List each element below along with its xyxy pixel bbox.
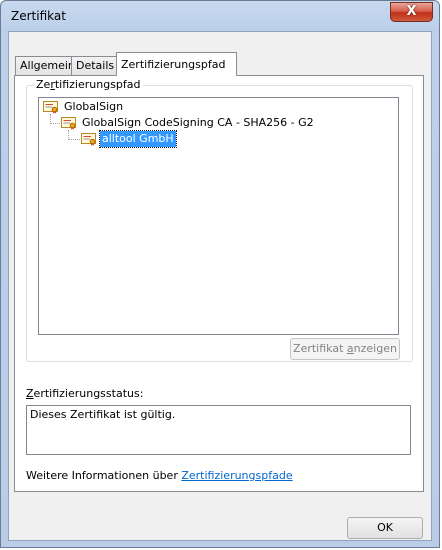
close-icon: X [406,4,417,19]
window-title: Zertifikat [11,9,66,23]
certificate-icon [61,117,76,130]
ok-button[interactable]: OK [347,517,423,539]
certification-path-legend: Zertifizierungspfad [34,78,143,91]
tree-node-label: GlobalSign CodeSigning CA - SHA256 - G2 [82,116,314,129]
certificate-dialog: Zertifikat X Allgemein Details Zertifizi… [0,0,440,548]
certificate-path-tree[interactable]: GlobalSign GlobalSign CodeSigning CA - S… [38,97,399,335]
close-button[interactable]: X [390,2,433,22]
tree-connector [68,139,80,140]
certificate-status-field[interactable]: Dieses Zertifikat ist gültig. [26,405,411,455]
certificate-status-label: Zertifizierungsstatus: [26,387,144,400]
tree-connector [50,123,60,124]
tab-details[interactable]: Details [71,56,117,75]
certification-path-link[interactable]: Zertifizierungspfade [181,469,292,482]
tab-allgemein[interactable]: Allgemein [15,56,75,75]
tab-panel-zertifizierungspfad: Zertifizierungspfad GlobalSign GlobalSig… [14,75,424,492]
certificate-icon [81,133,96,146]
tab-zertifizierungspfad[interactable]: Zertifizierungspfad [116,52,237,76]
more-info-text: Weitere Informationen über Zertifizierun… [26,469,293,482]
dialog-body: Allgemein Details Zertifizierungspfad Ze… [8,31,432,541]
view-certificate-button[interactable]: Zertifikat anzeigen [290,338,400,360]
certificate-icon [43,101,58,114]
title-bar[interactable]: Zertifikat X [1,1,439,31]
tree-node-label: alltool GmbH [99,130,177,148]
certification-path-group: Zertifizierungspfad GlobalSign GlobalSig… [26,78,413,362]
tree-node-label: GlobalSign [64,100,124,113]
